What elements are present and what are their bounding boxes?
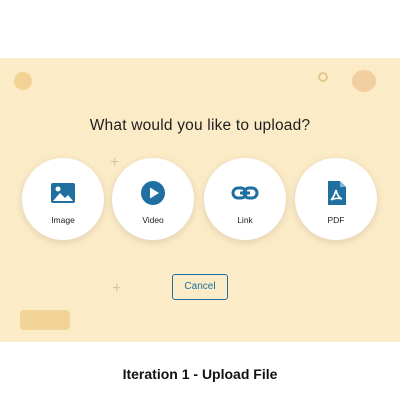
option-label: Link <box>237 215 253 225</box>
option-label: Video <box>142 215 164 225</box>
app-logo <box>14 72 32 90</box>
plus-icon: + <box>110 154 120 171</box>
cancel-button[interactable]: Cancel <box>172 274 228 300</box>
image-icon <box>51 183 75 203</box>
avatar <box>352 70 376 92</box>
upload-video-option[interactable]: Video <box>112 158 194 240</box>
option-label: Image <box>51 215 75 225</box>
upload-pdf-option[interactable]: PDF <box>295 158 377 240</box>
iteration-caption: Iteration 1 - Upload File <box>122 366 278 382</box>
background-button <box>20 310 70 330</box>
pdf-icon <box>328 181 346 205</box>
logo-mark <box>14 72 32 90</box>
upload-link-option[interactable]: Link <box>204 158 286 240</box>
option-label: PDF <box>327 215 345 225</box>
dialog-title: What would you like to upload? <box>89 117 311 134</box>
upload-image-option[interactable]: Image <box>22 158 104 240</box>
plus-icon: + <box>112 280 122 297</box>
play-icon <box>141 181 165 205</box>
link-icon <box>231 186 259 200</box>
upload-screen: + + What would you like to upload? Image… <box>0 58 400 342</box>
search-icon <box>318 72 328 82</box>
